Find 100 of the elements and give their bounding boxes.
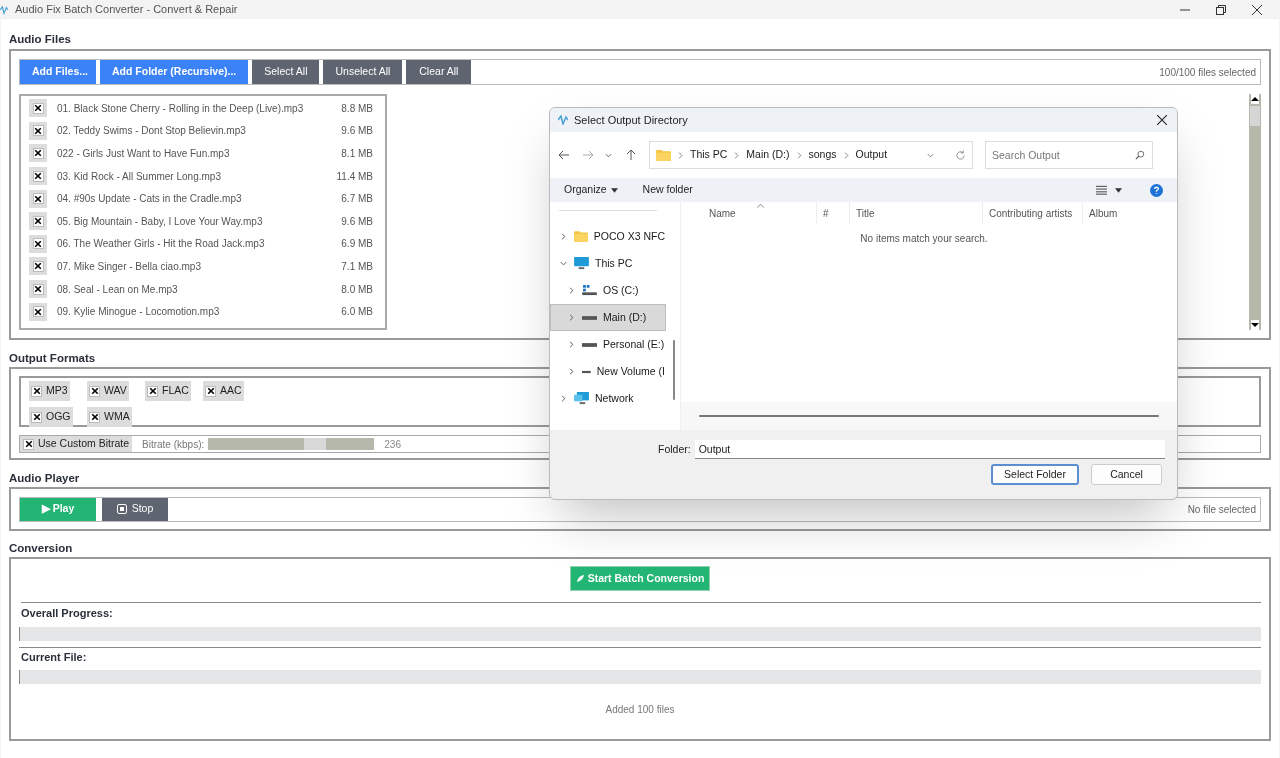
- chevron-right-icon[interactable]: [567, 286, 576, 295]
- close-icon[interactable]: [1157, 115, 1167, 125]
- nav-item[interactable]: POCO X3 NFC: [550, 223, 666, 250]
- caret-icon: [610, 187, 618, 193]
- scrollbar[interactable]: [1249, 94, 1261, 330]
- format-checkbox[interactable]: OGG: [29, 407, 73, 427]
- dialog-title: Select Output Directory: [574, 112, 688, 128]
- toolbar-button[interactable]: Add Files...: [20, 60, 96, 84]
- checkbox[interactable]: [32, 306, 44, 318]
- nav-item[interactable]: OS (C:): [550, 277, 666, 304]
- app-icon: [558, 115, 568, 125]
- file-name: 08. Seal - Lean on Me.mp3: [57, 282, 178, 297]
- checkbox[interactable]: [31, 411, 42, 423]
- custom-bitrate-checkbox[interactable]: Use Custom Bitrate: [20, 436, 133, 452]
- toolbar-button[interactable]: Select All: [252, 60, 320, 84]
- file-name: 09. Kylie Minogue - Locomotion.mp3: [57, 305, 220, 320]
- toolbar-button[interactable]: Unselect All: [323, 60, 403, 84]
- chevron-right-icon[interactable]: [567, 340, 576, 349]
- file-size: 11.4 MB: [336, 169, 373, 184]
- back-icon[interactable]: [558, 149, 570, 161]
- refresh-icon[interactable]: [955, 149, 966, 161]
- drive-icon: [582, 369, 591, 374]
- dialog-button[interactable]: Cancel: [1091, 464, 1162, 485]
- scroll-thumb[interactable]: [1250, 106, 1260, 126]
- progress-label: Overall Progress:: [21, 606, 113, 621]
- checkbox[interactable]: [32, 193, 44, 205]
- bitrate-slider[interactable]: [208, 438, 375, 450]
- chevron-right-icon[interactable]: [559, 394, 568, 403]
- file-name: 03. Kid Rock - All Summer Long.mp3: [57, 169, 221, 184]
- help-icon[interactable]: [1150, 183, 1163, 197]
- caret-icon[interactable]: [1115, 187, 1122, 193]
- section-heading: Audio Files: [9, 32, 71, 47]
- breadcrumb-item[interactable]: songs: [808, 147, 837, 163]
- file-name: 05. Big Mountain - Baby, I Love Your Way.mp3: [57, 214, 263, 229]
- address-bar[interactable]: This PC Main (D:) songs Output: [649, 141, 973, 169]
- up-icon[interactable]: [625, 149, 637, 161]
- chevron-right-icon: [795, 151, 803, 159]
- organize-menu[interactable]: Organize: [564, 182, 618, 198]
- format-checkbox[interactable]: FLAC: [145, 381, 191, 401]
- format-checkbox[interactable]: AAC: [203, 381, 244, 401]
- file-name: 07. Mike Singer - Bella ciao.mp3: [57, 259, 201, 274]
- column-header[interactable]: #: [817, 202, 850, 224]
- column-header[interactable]: Title: [850, 202, 983, 224]
- search-icon[interactable]: [1135, 150, 1145, 160]
- nav-item[interactable]: New Volume (I: [550, 358, 666, 385]
- chevron-right-icon[interactable]: [567, 367, 576, 376]
- checkbox[interactable]: [32, 125, 44, 137]
- chevron-down-icon[interactable]: [559, 259, 568, 268]
- close-icon[interactable]: [1252, 4, 1262, 15]
- chevron-right-icon[interactable]: [567, 313, 576, 322]
- scroll-down-icon[interactable]: [1251, 320, 1259, 330]
- view-list-icon[interactable]: [1096, 185, 1107, 195]
- column-header[interactable]: Album: [1083, 202, 1118, 224]
- checkbox[interactable]: [32, 283, 44, 295]
- breadcrumb-item[interactable]: This PC: [690, 147, 728, 163]
- checkbox[interactable]: [32, 170, 44, 182]
- checkbox[interactable]: [23, 438, 34, 450]
- file-size: 8.0 MB: [341, 282, 373, 297]
- folder-label: Folder:: [658, 441, 691, 457]
- checkbox[interactable]: [31, 385, 42, 397]
- checkbox[interactable]: [89, 411, 100, 423]
- checkbox[interactable]: [147, 385, 158, 397]
- folder-icon: [656, 148, 671, 162]
- checkbox[interactable]: [89, 385, 100, 397]
- selection-count: 100/100 files selected: [1159, 65, 1256, 80]
- checkbox[interactable]: [32, 215, 44, 227]
- toolbar-button[interactable]: Add Folder (Recursive)...: [100, 60, 249, 84]
- player-status: No file selected: [1187, 502, 1256, 517]
- column-header[interactable]: Contributing artists: [983, 202, 1083, 224]
- breadcrumb-item[interactable]: Output: [855, 147, 888, 163]
- search-field[interactable]: Search Output: [985, 141, 1153, 169]
- folder-field[interactable]: Output: [694, 440, 1165, 459]
- file-size: 7.1 MB: [341, 259, 373, 274]
- nav-item[interactable]: Main (D:): [550, 304, 666, 331]
- new-folder-button[interactable]: New folder: [642, 182, 693, 198]
- checkbox[interactable]: [32, 148, 44, 159]
- breadcrumb-item[interactable]: Main (D:): [746, 147, 790, 163]
- checkbox[interactable]: [205, 385, 216, 397]
- drive-icon: [582, 342, 597, 347]
- stop-button[interactable]: Stop: [102, 497, 168, 521]
- checkbox[interactable]: [32, 102, 44, 114]
- section-heading: Conversion: [9, 541, 73, 556]
- toolbar-button[interactable]: Clear All: [406, 60, 472, 84]
- format-checkbox[interactable]: WAV: [87, 381, 129, 401]
- format-checkbox[interactable]: MP3: [29, 381, 70, 401]
- chevron-right-icon[interactable]: [559, 232, 568, 241]
- network-icon: [574, 392, 589, 405]
- dialog-button[interactable]: Select Folder: [991, 464, 1079, 485]
- restore-icon[interactable]: [1216, 4, 1226, 15]
- column-header[interactable]: Name: [681, 202, 817, 224]
- format-checkbox[interactable]: WMA: [87, 407, 132, 427]
- scroll-up-icon[interactable]: [1251, 94, 1259, 104]
- checkbox[interactable]: [32, 260, 44, 272]
- stop-icon: [116, 504, 127, 514]
- checkbox[interactable]: [32, 238, 44, 250]
- bitrate-label: Bitrate (kbps):: [142, 437, 205, 452]
- nav-item[interactable]: This PC: [550, 250, 666, 277]
- slider-thumb[interactable]: [303, 438, 326, 450]
- nav-item[interactable]: Network: [550, 385, 666, 412]
- nav-item[interactable]: Personal (E:): [550, 331, 666, 358]
